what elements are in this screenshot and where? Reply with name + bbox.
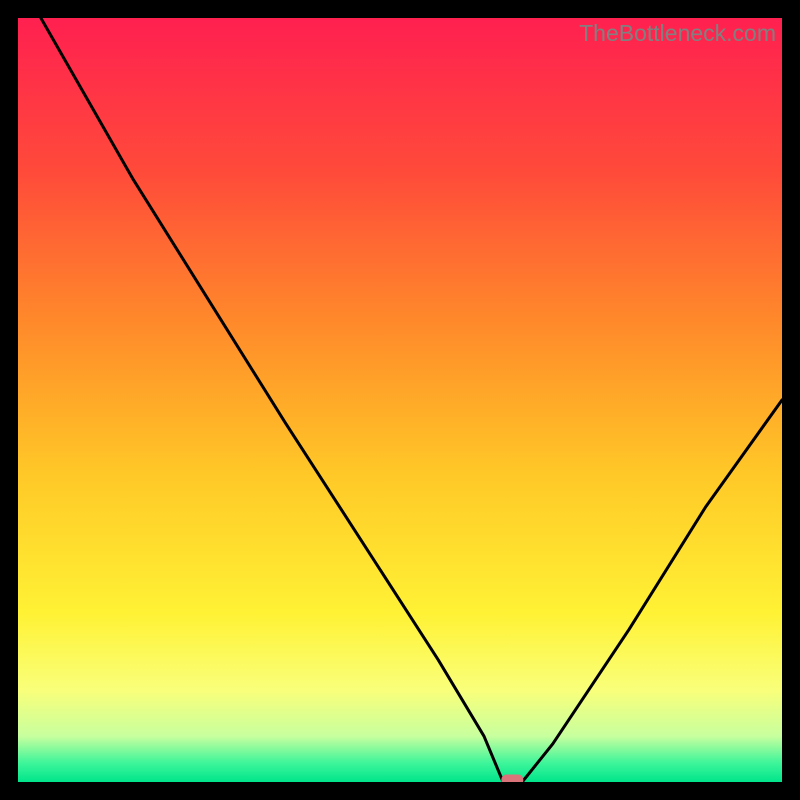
chart-svg (18, 18, 782, 782)
watermark-text: TheBottleneck.com (579, 20, 776, 47)
chart-frame: TheBottleneck.com (18, 18, 782, 782)
optimal-marker (501, 775, 523, 783)
chart-background (18, 18, 782, 782)
